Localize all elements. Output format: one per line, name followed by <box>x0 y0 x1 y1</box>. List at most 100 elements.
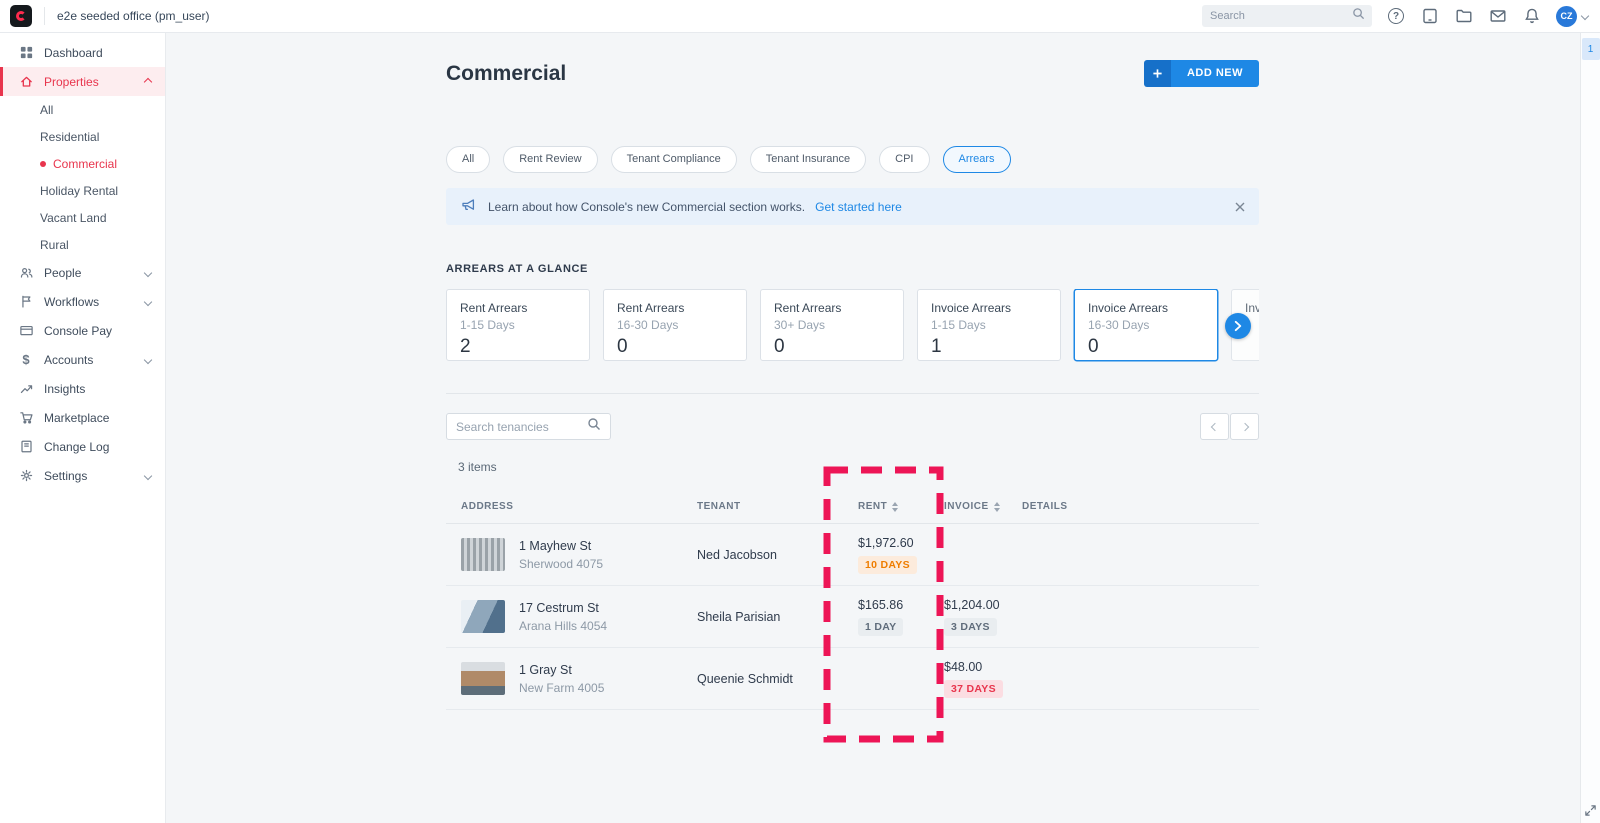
sidebar-item-dashboard[interactable]: Dashboard <box>0 38 165 67</box>
sidebar-item-label: Console Pay <box>44 323 113 338</box>
sidebar-item-label: Insights <box>44 381 86 396</box>
sidebar-item-settings[interactable]: Settings <box>0 461 165 490</box>
table-header: ADDRESS TENANT RENT INVOICE DETAILS <box>446 490 1259 524</box>
card-value: 1 <box>931 336 942 357</box>
card-value: 0 <box>617 336 628 357</box>
sidebar-item-label: People <box>44 265 82 280</box>
card-value: 2 <box>460 336 471 357</box>
sidebar-item-label: Change Log <box>44 439 110 454</box>
flag-icon <box>18 294 34 310</box>
sidebar-item-change-log[interactable]: Change Log <box>0 432 165 461</box>
glance-card-selected[interactable]: Invoice Arrears 16-30 Days 0 <box>1074 289 1218 361</box>
sort-icon[interactable] <box>993 501 1000 512</box>
avatar[interactable]: CZ <box>1556 5 1577 27</box>
tenant-name: Sheila Parisian <box>697 609 781 624</box>
tenancies-table: ADDRESS TENANT RENT INVOICE DETAILS 1 Ma… <box>446 490 1259 710</box>
sidebar-item-console-pay[interactable]: Console Pay <box>0 316 165 345</box>
filter-tenant-insurance[interactable]: Tenant Insurance <box>749 146 867 173</box>
column-tenant: TENANT <box>697 501 741 512</box>
filter-tenant-compliance[interactable]: Tenant Compliance <box>610 146 737 173</box>
device-icon[interactable] <box>1420 6 1440 26</box>
card-title: Rent Arrears <box>460 301 528 315</box>
sort-icon[interactable] <box>892 501 899 512</box>
sidebar-item-residential[interactable]: Residential <box>0 123 165 150</box>
cart-icon <box>18 410 34 426</box>
cards-next-button[interactable] <box>1225 313 1251 339</box>
workspace-name: e2e seeded office (pm_user) <box>57 9 210 23</box>
app-window: e2e seeded office (pm_user) ? <box>0 0 1600 823</box>
rent-amount: $1,972.60 <box>858 535 914 550</box>
suburb: Sherwood 4075 <box>519 556 604 571</box>
help-icon[interactable]: ? <box>1386 6 1406 26</box>
sidebar-item-accounts[interactable]: $ Accounts <box>0 345 165 374</box>
next-page-button[interactable] <box>1230 413 1259 440</box>
global-search-input[interactable] <box>1210 10 1352 22</box>
card-subtitle: 1-15 Days <box>460 318 515 332</box>
sidebar-item-holiday-rental[interactable]: Holiday Rental <box>0 177 165 204</box>
sidebar-item-commercial[interactable]: Commercial <box>0 150 165 177</box>
add-new-button[interactable]: ADD NEW <box>1143 60 1259 87</box>
address: 1 Mayhew St <box>519 538 592 553</box>
tenancy-search[interactable] <box>446 413 611 440</box>
tenancy-search-input[interactable] <box>456 419 587 434</box>
suburb: Arana Hills 4054 <box>519 618 608 633</box>
sidebar-item-properties[interactable]: Properties <box>0 67 165 96</box>
search-icon <box>587 417 601 436</box>
active-dot-icon <box>40 160 46 167</box>
home-icon <box>18 74 34 90</box>
expand-icon[interactable] <box>1584 804 1597 817</box>
trend-icon <box>18 381 34 397</box>
page-indicator[interactable]: 1 <box>1581 38 1600 60</box>
bell-icon[interactable] <box>1522 6 1542 26</box>
dashboard-icon <box>18 45 34 61</box>
filter-arrears[interactable]: Arrears <box>942 146 1011 173</box>
table-row[interactable]: 17 Cestrum St Arana Hills 4054 Sheila Pa… <box>446 586 1259 648</box>
people-icon <box>18 265 34 281</box>
filter-all[interactable]: All <box>446 146 491 173</box>
sidebar-item-marketplace[interactable]: Marketplace <box>0 403 165 432</box>
glance-card[interactable]: Rent Arrears 16-30 Days 0 <box>603 289 747 361</box>
chevron-down-icon <box>143 297 153 306</box>
column-invoice[interactable]: INVOICE <box>944 501 1022 512</box>
sidebar-item-workflows[interactable]: Workflows <box>0 287 165 316</box>
property-photo <box>461 662 505 695</box>
banner-link[interactable]: Get started here <box>815 200 902 214</box>
filter-cpi[interactable]: CPI <box>879 146 930 173</box>
rent-amount: $165.86 <box>858 597 904 612</box>
filter-pills: All Rent Review Tenant Compliance Tenant… <box>446 146 1259 173</box>
sidebar-item-vacant-land[interactable]: Vacant Land <box>0 204 165 231</box>
close-icon[interactable] <box>1235 202 1245 212</box>
topbar: e2e seeded office (pm_user) ? <box>0 0 1600 33</box>
sidebar-item-label: Workflows <box>44 294 100 309</box>
card-icon <box>18 323 34 339</box>
sidebar-sub-label: Vacant Land <box>40 210 107 225</box>
card-title: Invoice Arrears <box>931 301 1012 315</box>
glance-card[interactable]: Invoice Arrears 1-15 Days 1 <box>917 289 1061 361</box>
mail-icon[interactable] <box>1488 6 1508 26</box>
rent-days-badge: 10 DAYS <box>858 555 917 574</box>
card-value: 0 <box>1088 336 1099 357</box>
folder-icon[interactable] <box>1454 6 1474 26</box>
sidebar-sub-label: Residential <box>40 129 100 144</box>
console-logo-icon[interactable] <box>10 5 32 27</box>
glance-card[interactable]: Rent Arrears 1-15 Days 2 <box>446 289 590 361</box>
sidebar-item-insights[interactable]: Insights <box>0 374 165 403</box>
rent-days-badge: 1 DAY <box>858 617 904 636</box>
filter-rent-review[interactable]: Rent Review <box>503 146 598 173</box>
glance-card[interactable]: Rent Arrears 30+ Days 0 <box>760 289 904 361</box>
table-row[interactable]: 1 Mayhew St Sherwood 4075 Ned Jacobson $… <box>446 524 1259 586</box>
sidebar-item-all[interactable]: All <box>0 96 165 123</box>
prev-page-button[interactable] <box>1200 413 1229 440</box>
sidebar-item-label: Settings <box>44 468 88 483</box>
sidebar-item-people[interactable]: People <box>0 258 165 287</box>
chevron-down-icon <box>1580 11 1590 21</box>
user-menu[interactable]: CZ <box>1556 5 1590 27</box>
global-search[interactable] <box>1202 5 1372 27</box>
sidebar-item-rural[interactable]: Rural <box>0 231 165 258</box>
table-row[interactable]: 1 Gray St New Farm 4005 Queenie Schmidt … <box>446 648 1259 710</box>
column-rent[interactable]: RENT <box>858 501 944 512</box>
property-photo <box>461 538 505 571</box>
sidebar: Dashboard Properties All Residential Com… <box>0 33 166 823</box>
chevron-down-icon <box>143 471 153 480</box>
banner-text: Learn about how Console's new Commercial… <box>488 199 806 214</box>
